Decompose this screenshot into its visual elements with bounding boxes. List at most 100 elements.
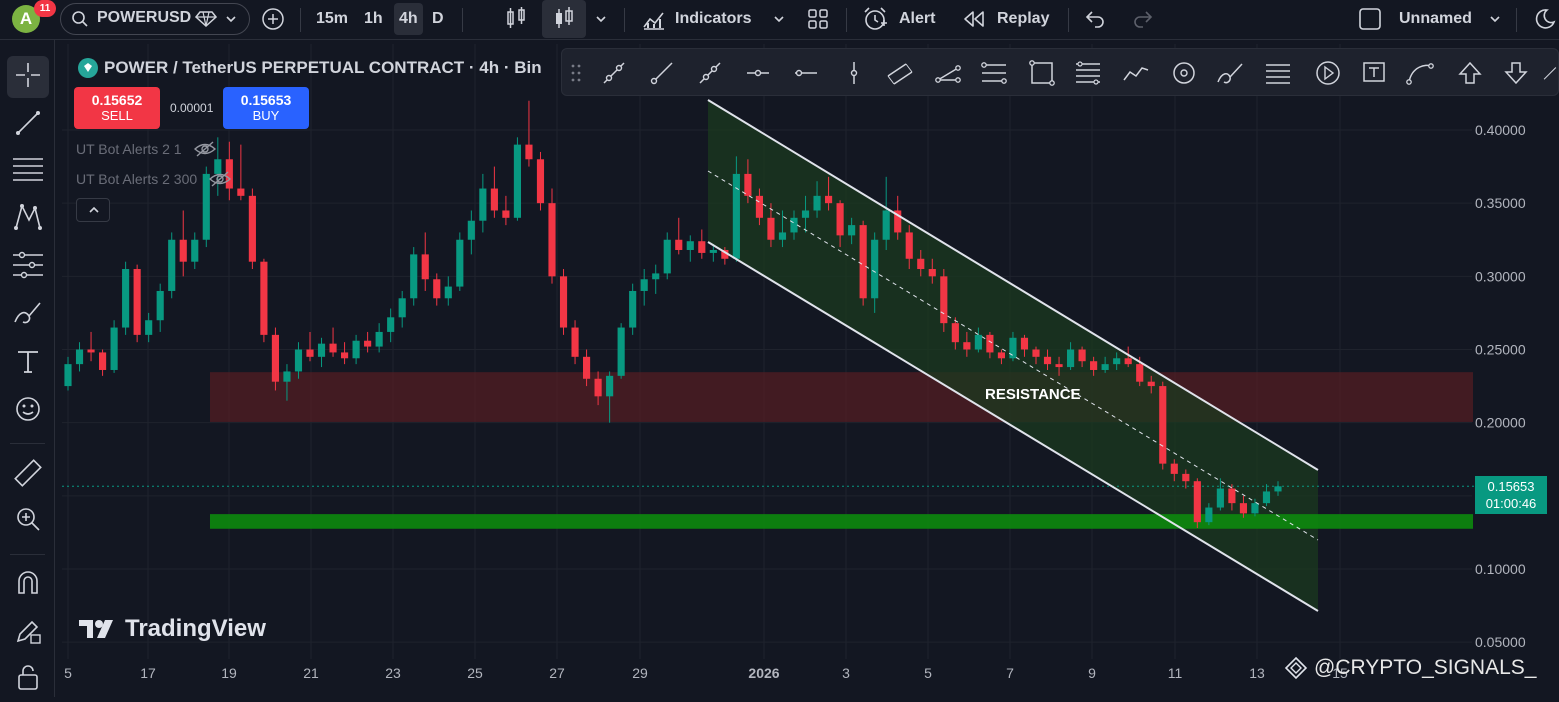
replay-button[interactable]: Replay xyxy=(962,0,1062,38)
chevron-down-icon[interactable] xyxy=(224,12,238,31)
crosshair-tool[interactable] xyxy=(7,56,49,98)
brush-icon[interactable] xyxy=(1216,59,1244,87)
candle-body xyxy=(905,232,913,259)
chevron-down-icon[interactable] xyxy=(594,12,608,31)
pitchfork-icon[interactable] xyxy=(934,59,962,87)
candle-body xyxy=(755,195,764,218)
price-label: 0.30000 xyxy=(1475,268,1526,284)
measure-lines-icon xyxy=(12,251,44,284)
candle-body xyxy=(559,276,568,328)
info-line-icon[interactable] xyxy=(696,59,724,87)
fib-levels-icon[interactable] xyxy=(980,59,1008,87)
candle-body xyxy=(1078,349,1086,362)
layout-name[interactable]: Unnamed xyxy=(1399,0,1472,38)
text-box-icon[interactable] xyxy=(1360,59,1388,87)
current-price-tag[interactable]: 0.15653 01:00:46 xyxy=(1475,476,1547,514)
candle-body xyxy=(675,239,683,250)
lines-menu-icon[interactable] xyxy=(1264,59,1292,87)
chevron-down-icon[interactable] xyxy=(772,12,786,31)
brush-icon xyxy=(13,298,43,333)
sell-price: 0.15652 xyxy=(91,92,143,108)
text-icon xyxy=(15,348,41,379)
bar-chart-icon[interactable] xyxy=(504,6,528,37)
stay-drawing-tool[interactable] xyxy=(7,612,49,654)
lock-tool[interactable] xyxy=(7,658,49,700)
arrow-up-icon[interactable] xyxy=(1456,59,1484,87)
candle-body xyxy=(1251,503,1259,514)
interval-4h[interactable]: 4h xyxy=(394,3,423,35)
circle-target-icon[interactable] xyxy=(1170,59,1198,87)
ruler-tool[interactable] xyxy=(7,454,49,496)
interval-1h[interactable]: 1h xyxy=(364,0,383,38)
ray-icon[interactable] xyxy=(648,59,676,87)
theme-moon-icon[interactable] xyxy=(1532,7,1556,36)
emoji-tool[interactable] xyxy=(7,390,49,432)
interval-15m[interactable]: 15m xyxy=(316,0,348,38)
candle-body xyxy=(686,241,694,250)
arrow-down-icon[interactable] xyxy=(1502,59,1530,87)
drag-handle-icon[interactable] xyxy=(570,63,582,88)
layout-grid-icon[interactable] xyxy=(806,7,830,36)
layout-square-icon[interactable] xyxy=(1358,7,1382,36)
candles-chart-button[interactable] xyxy=(542,0,586,38)
vertical-line-icon[interactable] xyxy=(840,59,868,87)
horizontal-ray-icon[interactable] xyxy=(744,59,772,87)
sell-label: SELL xyxy=(101,108,133,123)
resistance-label[interactable]: RESISTANCE xyxy=(985,386,1081,403)
chevron-down-icon[interactable] xyxy=(1488,12,1502,31)
symbol-title: POWER / TetherUS PERPETUAL CONTRACT · 4h… xyxy=(104,58,542,77)
time-label: 11 xyxy=(1168,665,1183,681)
candle-body xyxy=(882,210,890,240)
sell-button[interactable]: 0.15652 SELL xyxy=(74,87,160,129)
drawing-tools-sidebar xyxy=(0,40,55,697)
alert-button[interactable]: Alert xyxy=(862,0,942,38)
indicators-button[interactable]: Indicators xyxy=(640,0,760,38)
forecasting-tool[interactable] xyxy=(7,246,49,288)
path-icon[interactable] xyxy=(1122,59,1150,87)
trendline-tool[interactable] xyxy=(7,104,49,146)
candle-body xyxy=(387,317,395,332)
magnet-tool[interactable] xyxy=(7,564,49,606)
price-label: 0.20000 xyxy=(1475,415,1526,431)
floating-drawing-toolbar xyxy=(561,48,1559,96)
time-label: 21 xyxy=(303,665,319,681)
hidden-eye-icon[interactable] xyxy=(193,140,216,158)
arrow-marker-icon[interactable] xyxy=(1314,59,1342,87)
candle-body xyxy=(594,378,602,397)
indicators-icon xyxy=(642,7,666,36)
indicator-row-2[interactable]: UT Bot Alerts 2 300 xyxy=(76,168,232,190)
price-label: 0.25000 xyxy=(1475,342,1526,358)
rectangle-icon[interactable] xyxy=(1028,59,1056,87)
add-symbol-icon[interactable] xyxy=(261,7,285,36)
hidden-eye-icon[interactable] xyxy=(209,170,232,188)
symbol-search[interactable]: POWERUSD xyxy=(60,3,250,35)
support-zone xyxy=(210,514,1473,529)
candles-icon xyxy=(552,6,576,37)
chart-pane[interactable]: 0.40000 0.35000 0.30000 0.25000 0.20000 0.100… xyxy=(62,44,1559,697)
more-tools-icon[interactable] xyxy=(1542,59,1559,87)
brush-tool[interactable] xyxy=(7,294,49,336)
zoom-tool[interactable] xyxy=(7,500,49,542)
buy-button[interactable]: 0.15653 BUY xyxy=(223,87,309,129)
text-tool[interactable] xyxy=(7,342,49,384)
trendline-icon[interactable] xyxy=(600,59,628,87)
undo-icon[interactable] xyxy=(1084,8,1106,35)
legend-title[interactable]: POWER / TetherUS PERPETUAL CONTRACT · 4h… xyxy=(78,57,542,79)
diamond-icon[interactable] xyxy=(194,10,218,33)
interval-d[interactable]: D xyxy=(432,0,444,38)
price-chart[interactable]: 0.40000 0.35000 0.30000 0.25000 0.20000 0.100… xyxy=(62,44,1559,697)
curve-icon[interactable] xyxy=(1406,59,1434,87)
indicator-row-1[interactable]: UT Bot Alerts 2 1 xyxy=(76,138,216,160)
horizontal-line-icon[interactable] xyxy=(792,59,820,87)
parallel-channel-icon[interactable] xyxy=(886,59,914,87)
avatar-letter: A xyxy=(19,9,33,28)
candle-body xyxy=(329,343,337,353)
fib-channel-icon[interactable] xyxy=(1074,59,1102,87)
pattern-tool[interactable] xyxy=(7,198,49,240)
buy-price: 0.15653 xyxy=(240,92,292,108)
fib-tool[interactable] xyxy=(7,150,49,192)
candle-body xyxy=(859,225,867,299)
search-icon xyxy=(71,10,89,33)
redo-icon[interactable] xyxy=(1132,8,1154,35)
collapse-legend-button[interactable] xyxy=(76,198,110,222)
